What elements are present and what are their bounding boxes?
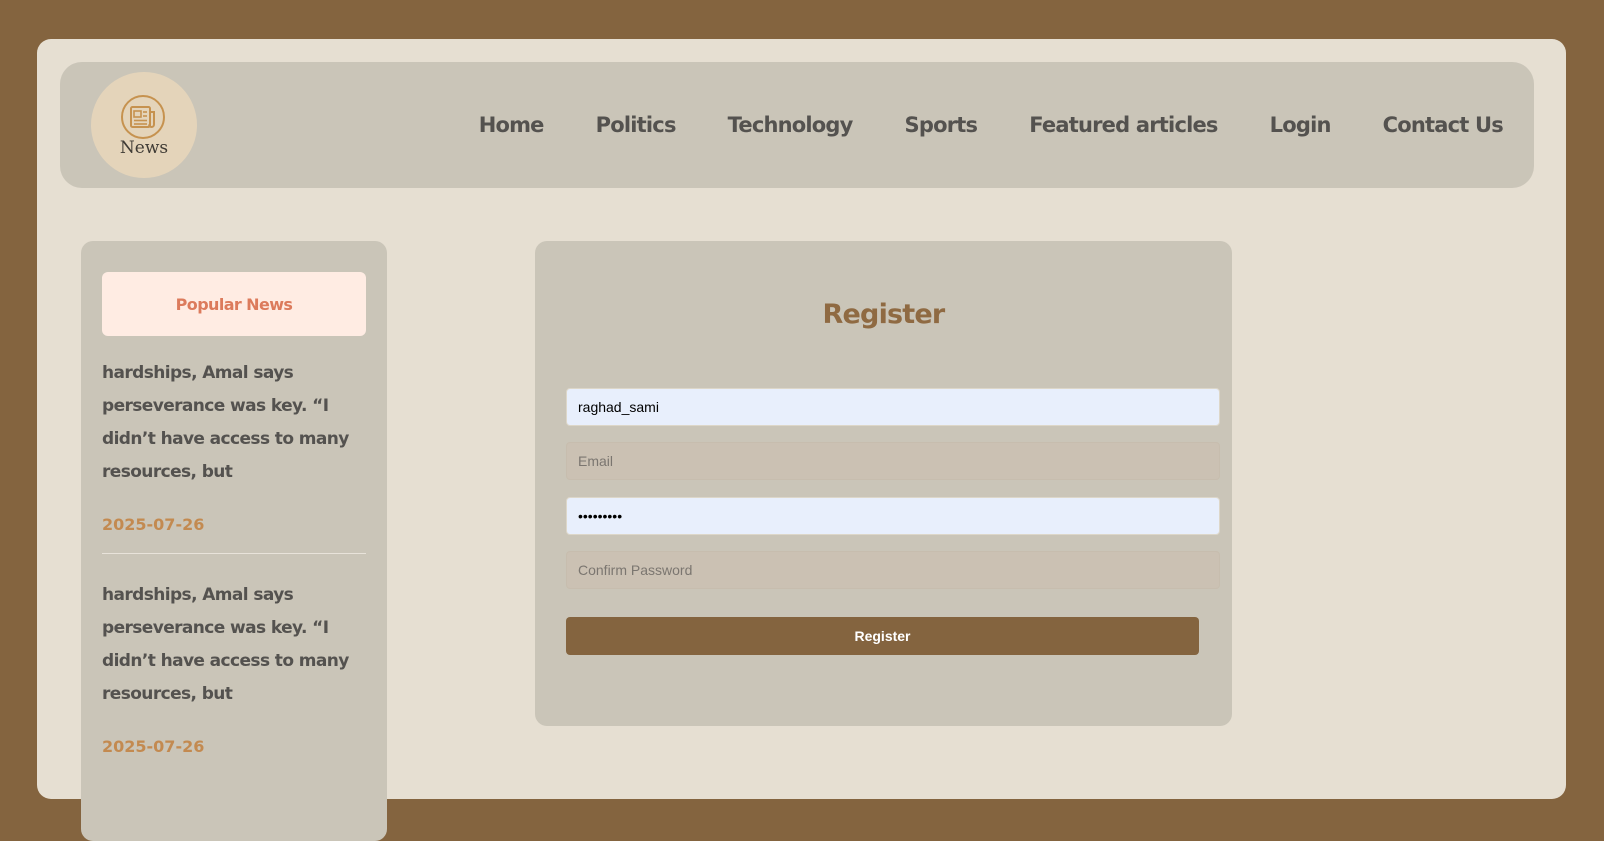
nav-contact-us[interactable]: Contact Us [1383, 113, 1504, 137]
page-container: News Home Politics Technology Sports Fea… [37, 39, 1566, 841]
register-button[interactable]: Register [566, 617, 1199, 655]
logo[interactable]: News [91, 72, 197, 178]
nav-sports[interactable]: Sports [905, 113, 978, 137]
nav-featured-articles[interactable]: Featured articles [1029, 113, 1218, 137]
main-nav: Home Politics Technology Sports Featured… [479, 62, 1504, 188]
nav-technology[interactable]: Technology [728, 113, 854, 137]
nav-home[interactable]: Home [479, 113, 545, 137]
news-item[interactable]: hardships, Amal says perseverance was ke… [102, 579, 366, 756]
popular-news-title: Popular News [102, 272, 366, 336]
username-input[interactable] [566, 388, 1220, 426]
news-item-text[interactable]: hardships, Amal says perseverance was ke… [102, 579, 366, 711]
news-item-text[interactable]: hardships, Amal says perseverance was ke… [102, 357, 366, 489]
header: News Home Politics Technology Sports Fea… [60, 62, 1534, 188]
nav-login[interactable]: Login [1270, 113, 1332, 137]
news-divider [102, 553, 366, 554]
popular-news-sidebar: Popular News hardships, Amal says persev… [81, 241, 387, 841]
news-item[interactable]: hardships, Amal says perseverance was ke… [102, 357, 366, 534]
register-title: Register [822, 299, 946, 330]
password-input[interactable] [566, 497, 1220, 535]
news-item-date: 2025-07-26 [102, 515, 205, 534]
nav-politics[interactable]: Politics [596, 113, 677, 137]
news-item-date: 2025-07-26 [102, 737, 205, 756]
email-input[interactable] [566, 442, 1220, 480]
logo-text: News [119, 138, 169, 158]
confirm-password-input[interactable] [566, 551, 1220, 589]
newspaper-icon [121, 95, 165, 139]
register-form-card: Register Register [535, 241, 1232, 726]
